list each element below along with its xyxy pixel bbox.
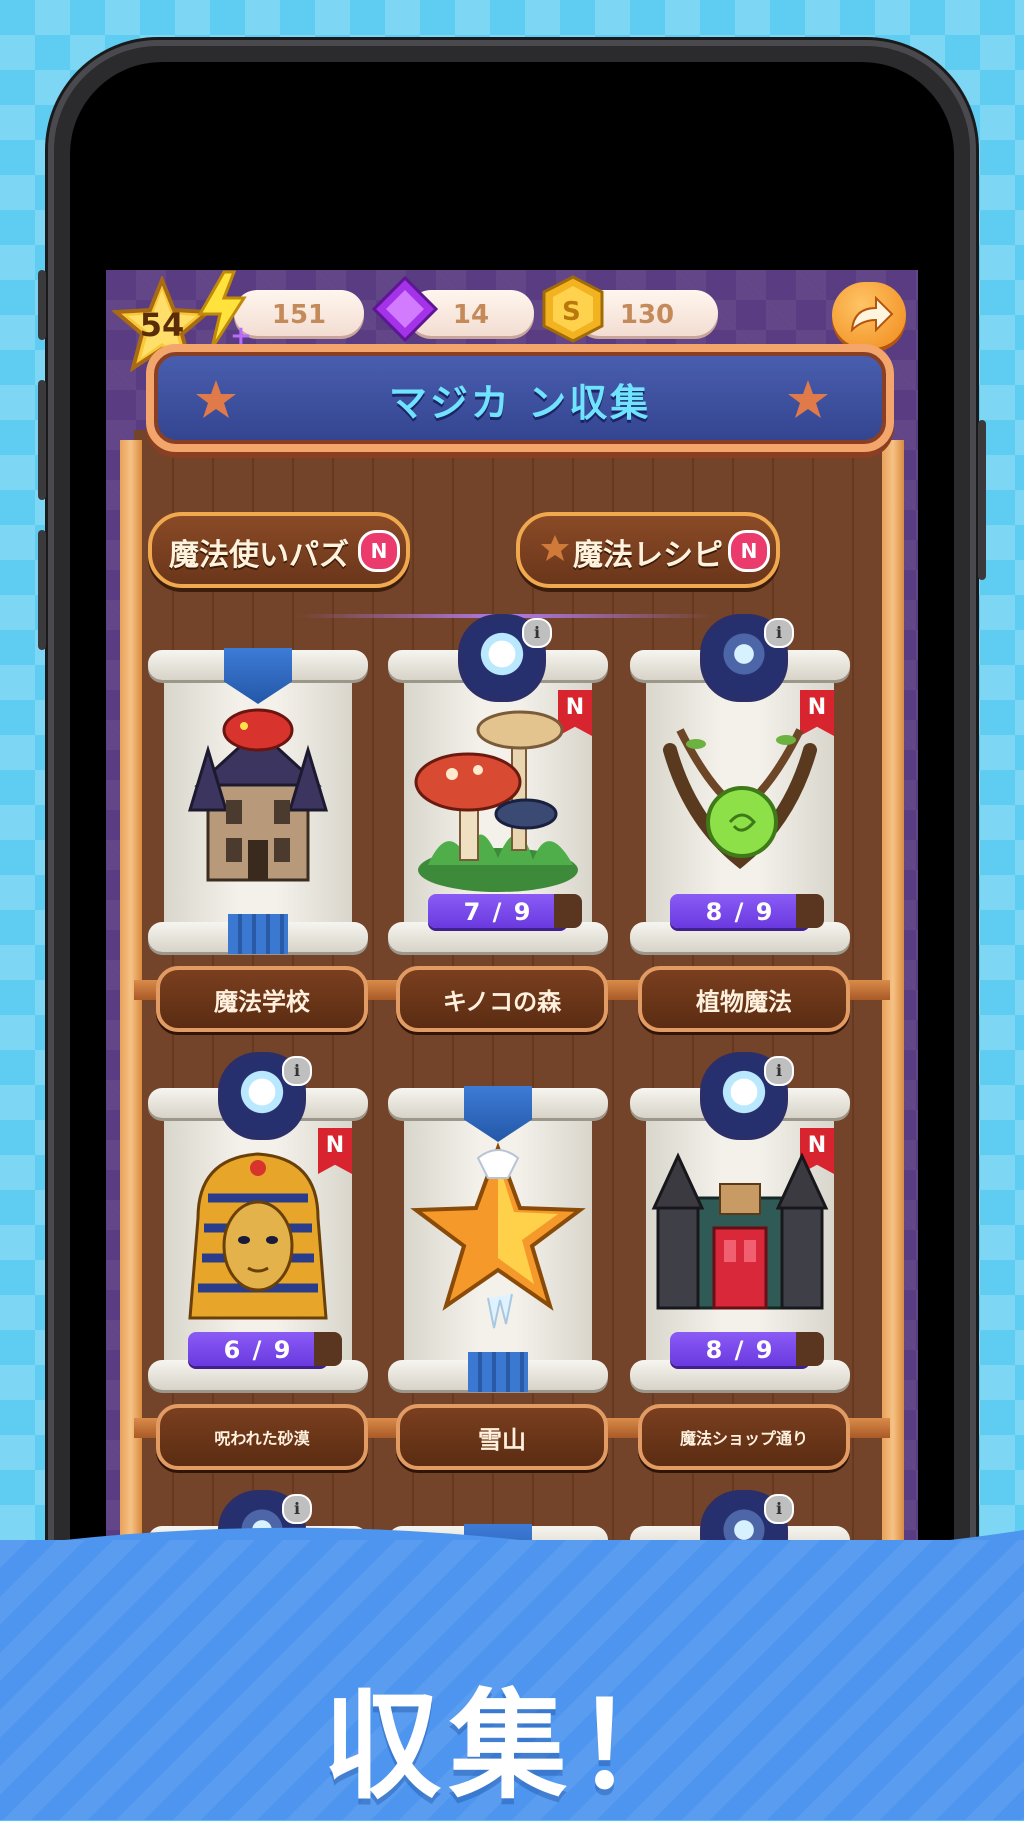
promo-caption: 収集！ (322, 1677, 701, 1815)
tab-wizard-puzzle[interactable]: 魔法使いパズ N (148, 512, 410, 588)
ribbon-tail (468, 1352, 528, 1392)
ice-star-icon (410, 1142, 586, 1329)
phone-power-button (978, 420, 986, 580)
shop-building-icon (651, 1152, 829, 1310)
svg-text:S: S (562, 297, 581, 327)
pharaoh-icon (188, 1152, 328, 1320)
energy-counter[interactable]: 151 (234, 290, 364, 336)
card-name-plaque: 植物魔法 (638, 966, 850, 1032)
progress-text: 6 / 9 (223, 1336, 293, 1364)
card-name: 魔法学校 (214, 988, 310, 1016)
card-name-plaque: 魔法ショップ通り (638, 1404, 850, 1470)
tab-wizard-puzzle-label: 魔法使いパズ (169, 538, 349, 573)
collection-progress: 6 / 9 (188, 1332, 342, 1366)
phone-side-button (38, 530, 46, 650)
card-name: 雪山 (478, 1426, 526, 1454)
lightning-icon: + (197, 270, 250, 350)
share-arrow-icon (850, 295, 894, 333)
progress-text: 7 / 9 (463, 898, 533, 926)
left-rail (120, 440, 142, 1670)
mushroom-icon (414, 710, 578, 892)
collection-card-snow-mountain[interactable]: 雪山 (388, 1086, 608, 1470)
collection-card-magic-school[interactable]: 魔法学校 (148, 648, 368, 1032)
card-name-plaque: キノコの森 (396, 966, 608, 1032)
card-name: キノコの森 (442, 988, 562, 1016)
card-name-plaque: 雪山 (396, 1404, 608, 1470)
right-rail (882, 440, 904, 1670)
new-badge: N (358, 530, 400, 572)
coin-icon: S (542, 275, 604, 343)
collection-card-magic-shop-street[interactable]: i N 8 / 9 魔法ショップ通り (630, 1052, 850, 1470)
title-banner: マジカ ン収集 (146, 344, 894, 452)
collection-progress: 8 / 9 (670, 1332, 824, 1366)
phone-side-button (38, 380, 46, 500)
card-name: 魔法ショップ通り (679, 1429, 808, 1448)
page-title: マジカ ン収集 (388, 381, 652, 425)
info-button[interactable]: i (282, 1056, 312, 1086)
banner-star-icon (788, 380, 828, 418)
ribbon-tail (228, 914, 288, 954)
new-badge: N (728, 530, 770, 572)
collection-card-cursed-desert[interactable]: i N 6 / 9 呪われた砂漠 (148, 1052, 368, 1470)
progress-text: 8 / 9 (705, 898, 775, 926)
phone-side-button (38, 270, 46, 340)
vine-orb-icon (663, 728, 817, 869)
tab-magic-recipe[interactable]: 魔法レシピ N (516, 512, 780, 588)
info-button[interactable]: i (764, 1056, 794, 1086)
collection-progress: 8 / 9 (670, 894, 824, 928)
collection-card-mushroom-forest[interactable]: i N 7 / 9 キノコの森 (388, 614, 608, 1032)
info-button[interactable]: i (764, 618, 794, 648)
card-name: 植物魔法 (696, 988, 792, 1016)
card-name-plaque: 呪われた砂漠 (156, 1404, 368, 1470)
share-button[interactable] (832, 282, 906, 348)
card-name: 呪われた砂漠 (214, 1429, 310, 1448)
collection-card-plant-magic[interactable]: i N 8 / 9 植物魔法 (630, 614, 850, 1032)
castle-icon (187, 708, 329, 882)
info-button[interactable]: i (522, 618, 552, 648)
game-screen: 54 151 + 14 130 S マジカ ン収集 魔法使いパズ N 魔法レシピ… (106, 270, 918, 1670)
progress-text: 8 / 9 (705, 1336, 775, 1364)
card-name-plaque: 魔法学校 (156, 966, 368, 1032)
collection-progress: 7 / 9 (428, 894, 582, 928)
gem-icon (371, 275, 439, 343)
energy-value: 151 (271, 300, 327, 330)
tab-magic-recipe-label: 魔法レシピ (573, 538, 723, 573)
